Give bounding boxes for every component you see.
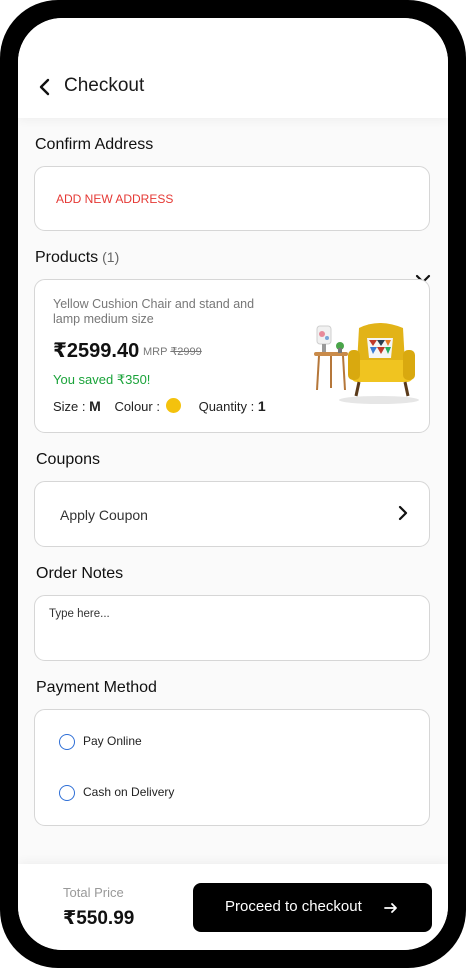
product-name: Yellow Cushion Chair and stand and lamp … xyxy=(53,297,255,326)
product-image xyxy=(314,323,419,404)
quantity-value: 1 xyxy=(257,398,266,414)
products-count: (1) xyxy=(102,249,120,265)
order-notes-input[interactable] xyxy=(49,608,409,648)
phone-frame: Checkout Confirm Address ADD NEW ADDRESS… xyxy=(0,0,466,968)
chevron-right-icon[interactable] xyxy=(395,504,411,522)
mrp-label: MRP xyxy=(143,346,168,358)
product-attributes: Size : M Colour : Quantity : 1 xyxy=(53,398,266,414)
apply-coupon-label: Apply Coupon xyxy=(60,507,148,523)
top-app-bar: Checkout xyxy=(18,18,448,118)
radio-button[interactable] xyxy=(59,785,75,801)
checkout-footer: Total Price ₹550.99 Proceed to checkout xyxy=(18,864,448,950)
colour-label: Colour : xyxy=(114,399,160,414)
apply-coupon-row[interactable]: Apply Coupon xyxy=(34,481,430,547)
page-title: Checkout xyxy=(64,75,145,96)
products-heading: Products (1) xyxy=(35,249,119,267)
payment-option-label: Cash on Delivery xyxy=(83,785,175,799)
product-card[interactable]: Yellow Cushion Chair and stand and lamp … xyxy=(34,279,430,433)
payment-option-label: Pay Online xyxy=(83,734,142,748)
payment-method-heading: Payment Method xyxy=(36,679,157,696)
chevron-left-icon[interactable] xyxy=(34,76,56,98)
address-card: ADD NEW ADDRESS xyxy=(34,166,430,231)
size-label: Size : xyxy=(53,399,86,414)
product-price: ₹2599.40 xyxy=(53,340,140,362)
arrow-right-icon xyxy=(384,903,397,913)
radio-button[interactable] xyxy=(59,734,75,750)
colour-swatch xyxy=(165,398,181,413)
savings-text: You saved ₹350! xyxy=(53,372,151,387)
coupons-heading: Coupons xyxy=(36,451,101,468)
products-heading-label: Products xyxy=(35,249,99,266)
total-price-value: ₹550.99 xyxy=(63,908,135,929)
confirm-address-heading: Confirm Address xyxy=(35,136,154,153)
quantity-label: Quantity : xyxy=(198,399,255,414)
checkout-button-label: Proceed to checkout xyxy=(225,898,362,915)
order-notes-card xyxy=(34,595,430,661)
payment-options-card: Pay Online Cash on Delivery xyxy=(34,709,430,826)
app-screen: Checkout Confirm Address ADD NEW ADDRESS… xyxy=(18,18,448,950)
mrp-value: ₹2999 xyxy=(170,346,202,358)
total-price-label: Total Price xyxy=(63,885,124,900)
product-mrp: MRP ₹2999 xyxy=(143,345,202,358)
size-value: M xyxy=(89,398,101,414)
add-new-address-link[interactable]: ADD NEW ADDRESS xyxy=(56,192,173,206)
proceed-to-checkout-button[interactable]: Proceed to checkout xyxy=(193,883,432,932)
order-notes-heading: Order Notes xyxy=(36,565,124,582)
